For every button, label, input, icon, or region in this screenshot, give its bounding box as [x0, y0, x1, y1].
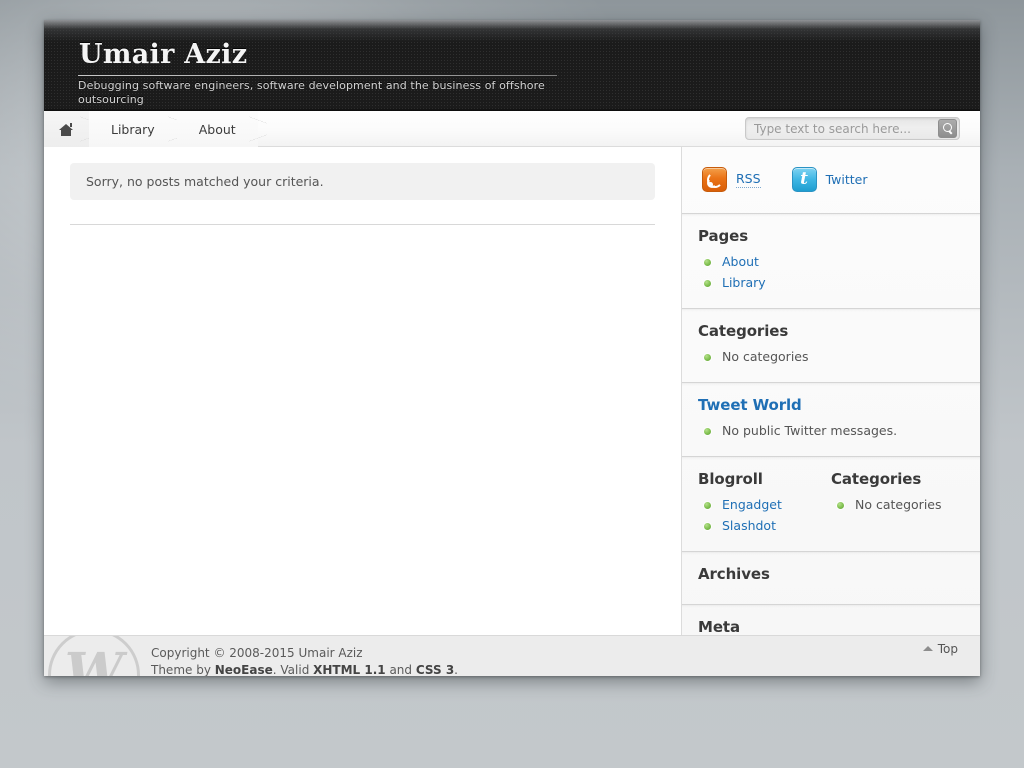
theme-end: .	[454, 663, 458, 676]
list-item: No public Twitter messages.	[698, 420, 964, 441]
categories-list: No categories	[831, 494, 964, 515]
blogroll-list: Engadget Slashdot	[698, 494, 831, 536]
list-item: No categories	[831, 494, 964, 515]
widget-title: Blogroll	[698, 470, 831, 488]
theme-prefix: Theme by	[151, 663, 215, 676]
main-content: Sorry, no posts matched your criteria.	[44, 147, 681, 635]
search-icon	[942, 123, 953, 134]
categories-column: Categories No categories	[831, 470, 964, 536]
nav-item-library[interactable]: Library	[89, 111, 177, 147]
branding: Umair Aziz Debugging software engineers,…	[78, 38, 598, 107]
theme-mid: . Valid	[273, 663, 313, 676]
nav-item-label: Library	[111, 122, 155, 137]
widget-title: Pages	[698, 227, 964, 245]
no-posts-notice: Sorry, no posts matched your criteria.	[70, 163, 655, 200]
rss-label: RSS	[736, 171, 761, 188]
list-item[interactable]: Engadget	[698, 494, 831, 515]
nav-item-about[interactable]: About	[177, 111, 258, 147]
top-label: Top	[938, 642, 958, 656]
widget-pages: Pages About Library	[682, 213, 980, 308]
widget-title: Meta	[698, 618, 964, 636]
body-columns: Sorry, no posts matched your criteria. R…	[44, 147, 980, 635]
theme-credit-line: Theme by NeoEase. Valid XHTML 1.1 and CS…	[151, 662, 458, 676]
theme-and: and	[386, 663, 416, 676]
list-item[interactable]: Slashdot	[698, 515, 831, 536]
widget-archives: Archives	[682, 551, 980, 604]
sidebar: RSS t Twitter Pages About Library	[681, 147, 980, 635]
wordpress-logo-icon: W	[48, 635, 140, 676]
widget-social: RSS t Twitter	[682, 147, 980, 213]
back-to-top-link[interactable]: Top	[923, 642, 958, 656]
xhtml-link[interactable]: XHTML 1.1	[313, 663, 386, 676]
site-footer: W Copyright © 2008-2015 Umair Aziz Theme…	[44, 635, 980, 676]
list-item[interactable]: Library	[698, 272, 964, 293]
footer-text: Copyright © 2008-2015 Umair Aziz Theme b…	[151, 645, 458, 676]
search-box	[745, 117, 960, 140]
theme-link[interactable]: NeoEase	[215, 663, 273, 676]
page-container: Umair Aziz Debugging software engineers,…	[44, 20, 980, 676]
blogroll-link[interactable]: Engadget	[722, 497, 782, 512]
widget-categories: Categories No categories	[682, 308, 980, 382]
content-divider	[70, 224, 655, 225]
rss-link[interactable]: RSS	[702, 167, 761, 192]
widget-title: Categories	[831, 470, 964, 488]
blogroll-link[interactable]: Slashdot	[722, 518, 776, 533]
pages-list: About Library	[698, 251, 964, 293]
copyright-line: Copyright © 2008-2015 Umair Aziz	[151, 645, 458, 662]
twitter-label: Twitter	[826, 172, 868, 187]
social-row: RSS t Twitter	[698, 161, 964, 198]
widget-tweet-world: Tweet World No public Twitter messages.	[682, 382, 980, 456]
page-link[interactable]: Library	[722, 275, 766, 290]
twitter-icon: t	[792, 167, 817, 192]
widget-title[interactable]: Tweet World	[698, 396, 964, 414]
arrow-up-icon	[923, 646, 933, 651]
rss-icon	[702, 167, 727, 192]
site-header: Umair Aziz Debugging software engineers,…	[44, 20, 980, 111]
categories-list: No categories	[698, 346, 964, 367]
search-input[interactable]	[746, 118, 938, 139]
tweets-list: No public Twitter messages.	[698, 420, 964, 441]
title-divider	[78, 75, 557, 76]
site-title: Umair Aziz	[78, 38, 598, 72]
widget-title: Archives	[698, 565, 964, 583]
site-tagline: Debugging software engineers, software d…	[78, 79, 598, 107]
blogroll-column: Blogroll Engadget Slashdot	[698, 470, 831, 536]
widget-title: Categories	[698, 322, 964, 340]
home-icon	[59, 123, 73, 136]
css-link[interactable]: CSS 3	[416, 663, 454, 676]
nav-item-label: About	[199, 122, 236, 137]
widget-blogroll-categories: Blogroll Engadget Slashdot Categories No…	[682, 456, 980, 551]
main-navigation: Library About	[44, 111, 980, 147]
twitter-link[interactable]: t Twitter	[792, 167, 868, 192]
page-link[interactable]: About	[722, 254, 759, 269]
search-button[interactable]	[938, 119, 957, 138]
list-item[interactable]: About	[698, 251, 964, 272]
list-item: No categories	[698, 346, 964, 367]
nav-item-home[interactable]	[44, 111, 89, 147]
